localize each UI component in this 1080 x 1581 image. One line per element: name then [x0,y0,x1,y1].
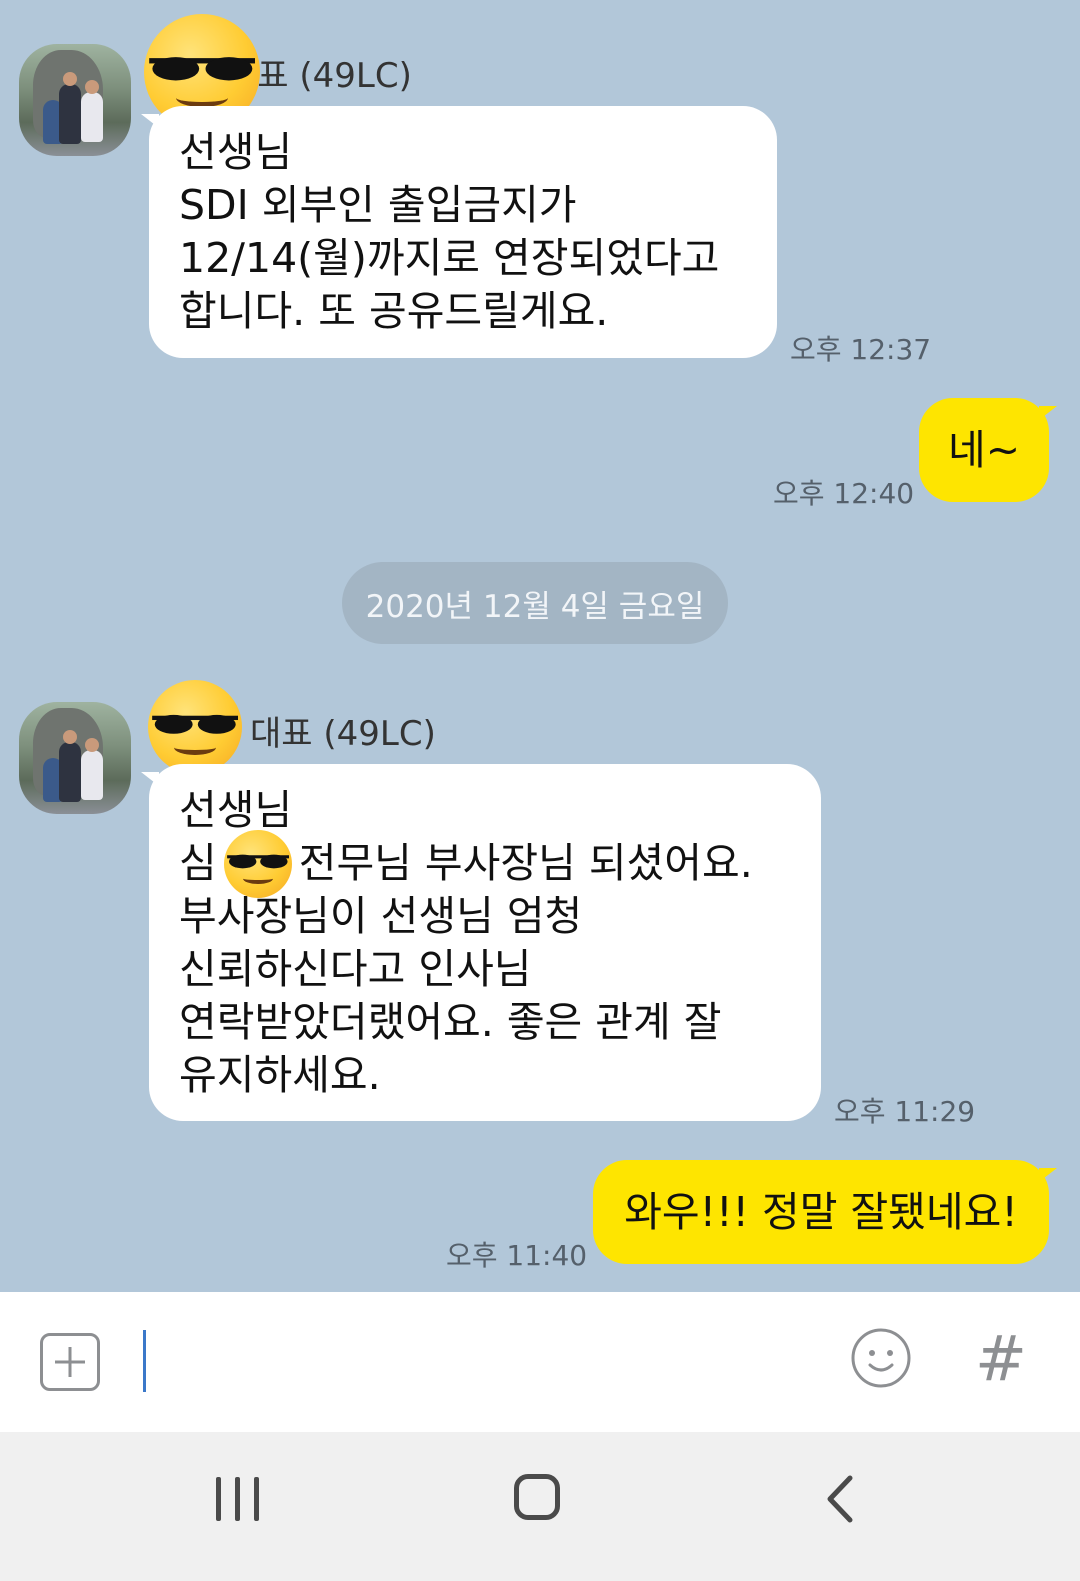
add-attachment-button[interactable] [40,1333,100,1391]
message-line: 연락받았더랬어요. 좋은 관계 잘 [179,998,722,1046]
message-time: 오후 11:29 [834,1095,976,1128]
message-fragment: 전무님 부사장님 되셨어요. [298,839,753,887]
message-text-input[interactable] [143,1330,146,1392]
sender-name: 대표 (49LC) [250,714,436,754]
chat-area[interactable]: 대표 (49LC) 선생님 SDI 외부인 출입금지가 12/14(월)까지로 … [0,0,1080,1292]
message-line: 합니다. 또 공유드릴게요. [179,287,609,335]
message-bubble-outgoing[interactable]: 네~ [919,398,1057,502]
message-line: 네~ [947,425,1021,474]
system-navigation-bar [0,1432,1080,1581]
message-bubble-outgoing[interactable]: 와우!!! 정말 잘됐네요! [593,1160,1057,1264]
message-line: SDI 외부인 출입금지가 [179,181,577,229]
smiley-icon [851,1328,911,1388]
date-divider: 2020년 12월 4일 금요일 [342,562,728,644]
back-button[interactable] [822,1474,868,1524]
message-input-bar: # [0,1292,1080,1432]
message-line: 부사장님이 선생님 엄청 [179,892,583,940]
message-bubble-incoming[interactable]: 선생님 심 전무님 부사장님 되셨어요. 부사장님이 선생님 엄청 신뢰하신다고 … [141,764,821,1121]
message-time: 오후 11:40 [446,1239,588,1272]
recents-button[interactable] [216,1477,262,1521]
message-line: 선생님 [179,786,293,834]
sunglasses-emoji-icon [148,680,242,774]
sender-avatar[interactable] [19,702,131,814]
home-button[interactable] [514,1474,560,1520]
message-line: 12/14(월)까지로 연장되었다고 [179,234,720,282]
message-line: 와우!!! 정말 잘됐네요! [624,1187,1018,1236]
emoticon-button[interactable] [850,1327,912,1389]
message-time: 오후 12:40 [773,477,915,510]
message-line: 신뢰하신다고 인사님 [179,945,532,993]
plus-square-icon [55,1347,85,1377]
sunglasses-emoji-icon [224,830,292,898]
message-fragment: 심 [179,839,217,887]
sender-avatar[interactable] [19,44,131,156]
message-line: 유지하세요. [179,1051,381,1099]
message-time: 오후 12:37 [790,333,932,366]
back-icon [827,1475,853,1523]
hashtag-search-button[interactable]: # [975,1322,1027,1395]
message-line: 선생님 [179,128,293,176]
message-bubble-incoming[interactable]: 선생님 SDI 외부인 출입금지가 12/14(월)까지로 연장되었다고 합니다… [141,106,777,358]
